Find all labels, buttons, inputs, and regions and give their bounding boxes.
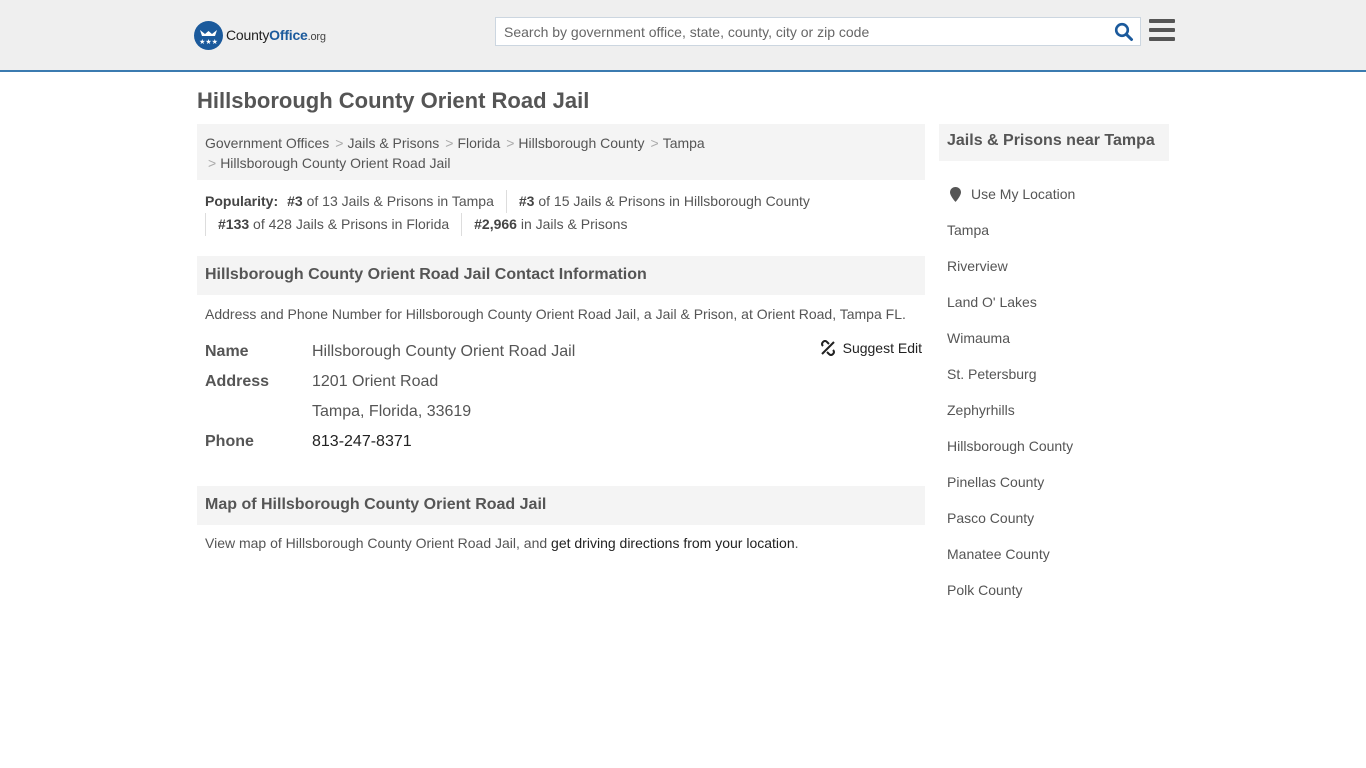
info-row-address-2: Tampa, Florida, 33619: [205, 397, 925, 427]
nearby-link-tampa[interactable]: Tampa: [947, 222, 989, 238]
breadcrumb-separator: >: [335, 135, 344, 151]
site-header: ★★★ CountyOffice.org: [0, 0, 1366, 72]
address-line2: Tampa, Florida, 33619: [312, 403, 472, 420]
nearby-link-hillsborough-county[interactable]: Hillsborough County: [947, 438, 1073, 454]
nearby-link-land-o-lakes[interactable]: Land O' Lakes: [947, 294, 1037, 310]
breadcrumb-government-offices[interactable]: Government Offices: [205, 135, 329, 151]
name-value: Hillsborough County Orient Road Jail: [312, 343, 576, 360]
driving-directions-link[interactable]: get driving directions from your locatio…: [551, 535, 795, 551]
suggest-edit[interactable]: Suggest Edit: [820, 340, 922, 356]
breadcrumb-separator: >: [650, 135, 659, 151]
nearby-list: Use My Location Tampa Riverview Land O' …: [947, 176, 1075, 608]
breadcrumb-jails-prisons[interactable]: Jails & Prisons: [347, 135, 439, 151]
breadcrumb-florida[interactable]: Florida: [457, 135, 500, 151]
nearby-link-pasco-county[interactable]: Pasco County: [947, 510, 1034, 526]
popularity-item: #133 of 428 Jails & Prisons in Florida: [205, 213, 461, 236]
nearby-link-wimauma[interactable]: Wimauma: [947, 330, 1010, 346]
info-row-name: Name Hillsborough County Orient Road Jai…: [205, 337, 925, 367]
breadcrumb-hillsborough-county[interactable]: Hillsborough County: [518, 135, 644, 151]
sidebar-heading: Jails & Prisons near Tampa: [939, 124, 1169, 161]
eagle-stars-logo-icon: ★★★: [194, 20, 223, 50]
address-line1: 1201 Orient Road: [312, 373, 439, 390]
map-description: View map of Hillsborough County Orient R…: [205, 535, 799, 551]
nearby-link-polk-county[interactable]: Polk County: [947, 582, 1022, 598]
contact-description: Address and Phone Number for Hillsboroug…: [205, 306, 906, 322]
nearby-link-riverview[interactable]: Riverview: [947, 258, 1008, 274]
popularity-label: Popularity:: [205, 193, 279, 209]
popularity-item: #3 of 15 Jails & Prisons in Hillsborough…: [505, 190, 822, 213]
page-title: Hillsborough County Orient Road Jail: [197, 88, 590, 113]
use-my-location[interactable]: Use My Location: [947, 176, 1075, 212]
address-label: Address: [205, 373, 270, 390]
info-row-phone: Phone 813-247-8371: [205, 427, 925, 457]
popularity-item: #3 of 13 Jails & Prisons in Tampa: [287, 193, 494, 209]
map-marker-icon: [950, 186, 961, 202]
breadcrumb: Government Offices > Jails & Prisons > Flori…: [197, 124, 925, 180]
map-section-heading: Map of Hillsborough County Orient Road J…: [197, 486, 925, 525]
phone-link[interactable]: 813-247-8371: [312, 433, 412, 450]
search-input[interactable]: [496, 18, 1096, 45]
nearby-link-zephyrhills[interactable]: Zephyrhills: [947, 402, 1015, 418]
svg-text:★★★: ★★★: [199, 38, 218, 46]
site-logo[interactable]: ★★★ CountyOffice.org: [194, 20, 326, 50]
unlink-icon: [820, 340, 835, 356]
info-row-address: Address 1201 Orient Road: [205, 367, 925, 397]
hamburger-menu-icon[interactable]: [1149, 19, 1175, 43]
search-icon: [1114, 22, 1133, 41]
breadcrumb-separator: >: [445, 135, 454, 151]
search-button[interactable]: [1114, 22, 1134, 42]
popularity-rankings: Popularity: #3 of 13 Jails & Prisons in T…: [205, 190, 920, 236]
phone-label: Phone: [205, 433, 254, 450]
nearby-link-manatee-county[interactable]: Manatee County: [947, 546, 1050, 562]
breadcrumb-separator: >: [506, 135, 515, 151]
contact-section-heading: Hillsborough County Orient Road Jail Con…: [197, 256, 925, 295]
breadcrumb-tampa[interactable]: Tampa: [663, 135, 705, 151]
popularity-item: #2,966 in Jails & Prisons: [461, 213, 639, 236]
logo-wordmark: CountyOffice.org: [226, 27, 326, 43]
nearby-link-pinellas-county[interactable]: Pinellas County: [947, 474, 1044, 490]
contact-info-table: Suggest Edit Name Hillsborough County Or…: [205, 337, 925, 457]
breadcrumb-current: Hillsborough County Orient Road Jail: [220, 155, 451, 171]
name-label: Name: [205, 343, 249, 360]
search-box: [495, 17, 1141, 46]
breadcrumb-separator: >: [208, 155, 217, 171]
nearby-link-st-petersburg[interactable]: St. Petersburg: [947, 366, 1037, 382]
use-my-location-link[interactable]: Use My Location: [971, 186, 1075, 202]
suggest-edit-link[interactable]: Suggest Edit: [843, 340, 922, 356]
